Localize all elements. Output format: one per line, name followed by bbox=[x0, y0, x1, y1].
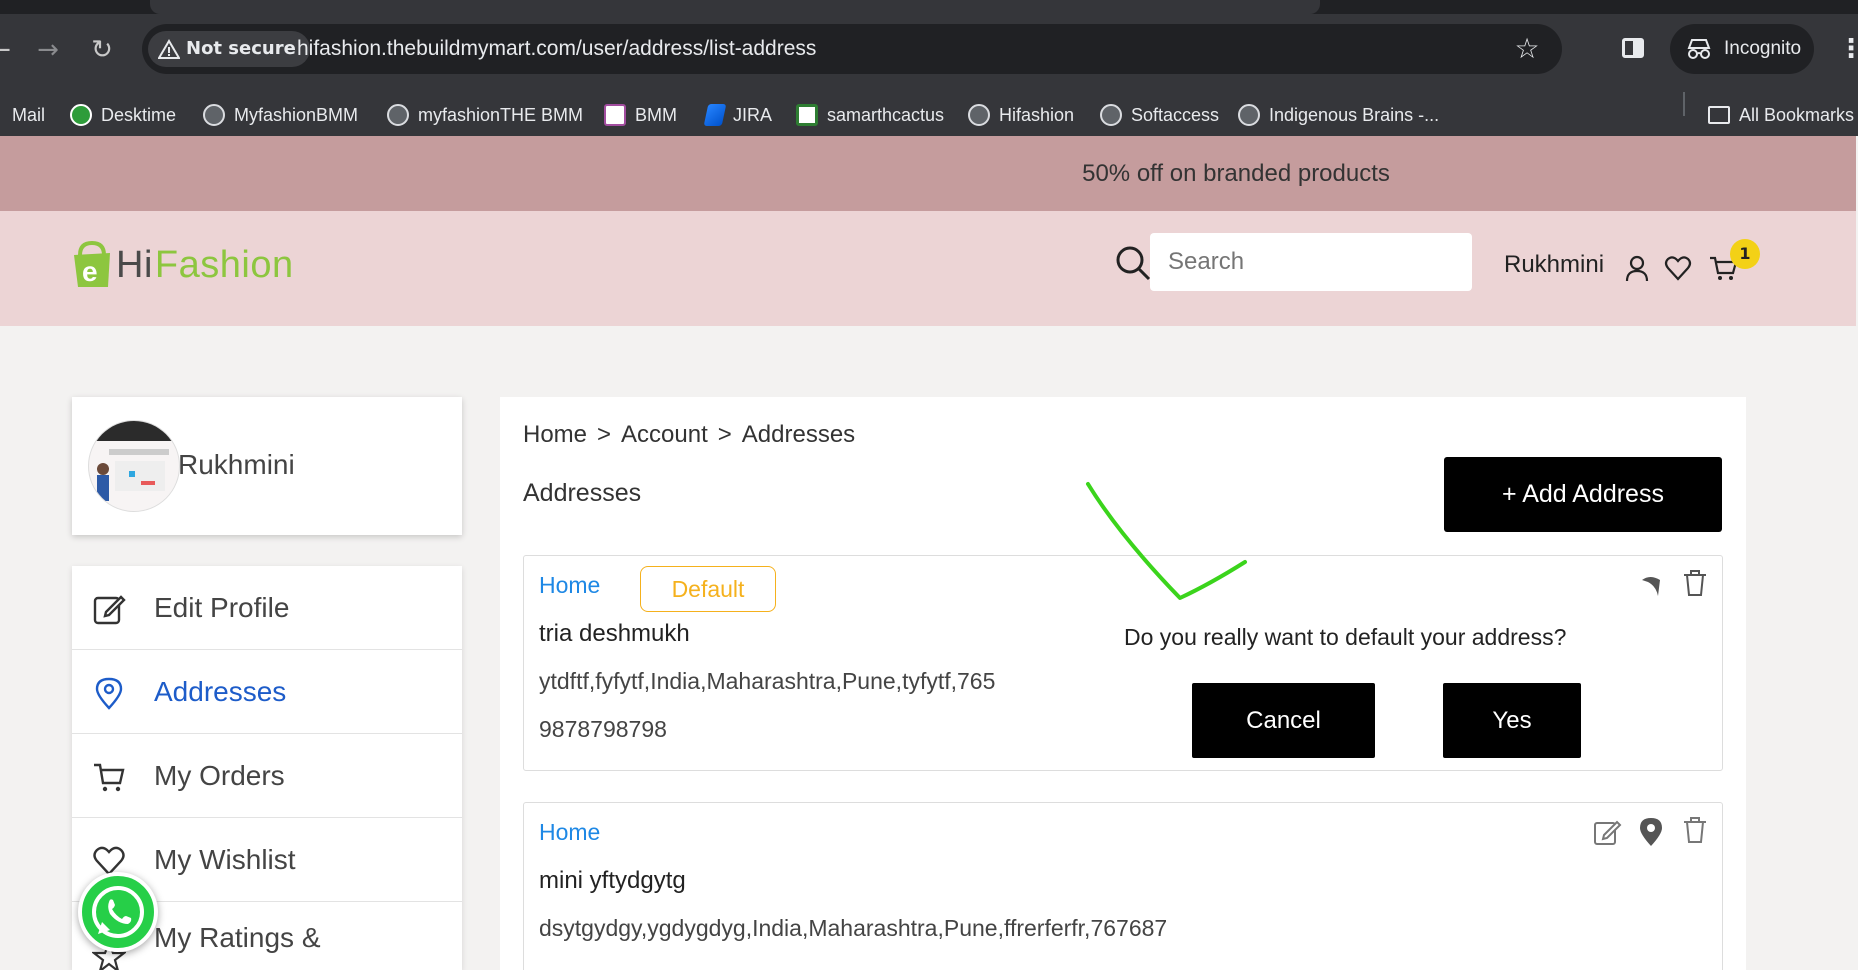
address-type: Home bbox=[539, 572, 601, 598]
folder-icon bbox=[1708, 106, 1730, 124]
search-icon[interactable] bbox=[1114, 244, 1152, 282]
address-line: dsytgydgy,ygdygdyg,India,Maharashtra,Pun… bbox=[539, 915, 1168, 941]
delete-icon[interactable] bbox=[1680, 568, 1710, 598]
address-phone: 9878798798 bbox=[539, 716, 667, 742]
confirm-question: Do you really want to default your addre… bbox=[1124, 624, 1567, 650]
default-badge: Default bbox=[640, 566, 776, 612]
checkmark-annotation bbox=[1086, 482, 1247, 600]
url-text[interactable]: hifashion.thebuildmymart.com/user/addres… bbox=[297, 24, 816, 74]
location-pin-icon bbox=[95, 677, 123, 710]
svg-text:e: e bbox=[82, 256, 98, 287]
bookmark-hifashion[interactable]: Hifashion bbox=[968, 98, 1074, 132]
logo-fashion: Fashion bbox=[154, 243, 294, 286]
back-icon[interactable]: ← bbox=[0, 32, 18, 68]
promo-text: 50% off on branded products bbox=[1082, 160, 1390, 187]
wishlist-heart-icon[interactable] bbox=[1663, 253, 1693, 283]
cart-icon bbox=[94, 763, 125, 792]
globe-icon bbox=[968, 104, 990, 126]
bookmark-samarthcactus[interactable]: samarthcactus bbox=[796, 98, 944, 132]
sidebar-item-label: My Wishlist bbox=[154, 843, 296, 875]
incognito-icon bbox=[1687, 39, 1711, 59]
security-chip[interactable]: Not secure bbox=[148, 31, 310, 67]
avatar-image bbox=[89, 421, 179, 501]
globe-icon bbox=[1100, 104, 1122, 126]
address-name: mini yftydgytg bbox=[539, 867, 686, 894]
page-title: Addresses bbox=[523, 479, 642, 507]
cactus-icon bbox=[796, 104, 818, 126]
cart-count-badge: 1 bbox=[1730, 239, 1760, 269]
whatsapp-icon bbox=[92, 886, 144, 938]
incognito-label: Incognito bbox=[1724, 38, 1802, 59]
bookmark-myfashion-the-bmm[interactable]: myfashionTHE BMM bbox=[387, 98, 583, 132]
warning-icon bbox=[158, 39, 180, 59]
sidebar-item-label: Addresses bbox=[154, 675, 287, 707]
add-address-button[interactable]: + Add Address bbox=[1444, 457, 1722, 532]
sidebar-item-my-orders[interactable]: My Orders bbox=[72, 734, 462, 818]
breadcrumb-addresses: Addresses bbox=[741, 421, 856, 448]
yes-button[interactable]: Yes bbox=[1443, 683, 1581, 758]
logo[interactable]: e Hi Fashion bbox=[70, 241, 294, 289]
sidebar-item-label: My Orders bbox=[154, 759, 285, 791]
edit-icon bbox=[93, 595, 126, 625]
site-header: e HiFashion Rukhmini 1 bbox=[0, 211, 1856, 326]
incognito-chip[interactable]: Incognito bbox=[1670, 24, 1814, 74]
security-label: Not secure bbox=[186, 38, 296, 59]
breadcrumb-separator: > bbox=[597, 421, 612, 448]
bookmark-myfashionbmm[interactable]: MyfashionBMM bbox=[203, 98, 358, 132]
bookmark-bmm[interactable]: BMM bbox=[604, 98, 677, 132]
bookmark-star-icon[interactable]: ☆ bbox=[1510, 32, 1544, 66]
breadcrumb-separator: > bbox=[717, 421, 732, 448]
user-icon[interactable] bbox=[1622, 253, 1652, 283]
browser-toolbar: ← → ↻ Not secure hifashion.thebuildmymar… bbox=[0, 0, 1858, 98]
location-pin-icon[interactable] bbox=[1636, 570, 1666, 600]
profile-card: Rukhmini bbox=[72, 397, 462, 535]
bmm-icon bbox=[604, 104, 626, 126]
delete-icon[interactable] bbox=[1680, 815, 1710, 845]
jira-icon bbox=[703, 104, 727, 126]
whatsapp-chat-button[interactable] bbox=[78, 872, 158, 952]
breadcrumb-home[interactable]: Home bbox=[523, 421, 587, 449]
breadcrumb: Home > Account > Addresses bbox=[523, 421, 855, 449]
globe-icon bbox=[203, 104, 225, 126]
bookmark-mail[interactable]: Mail bbox=[12, 98, 45, 132]
desktime-icon bbox=[70, 104, 92, 126]
sidebar-item-label: My Ratings & bbox=[154, 922, 321, 953]
shopping-bag-logo-icon: e bbox=[74, 241, 110, 287]
globe-icon bbox=[1238, 104, 1260, 126]
header-user-name[interactable]: Rukhmini bbox=[1504, 251, 1604, 279]
promo-bar: 50% off on branded products bbox=[0, 136, 1856, 211]
edit-icon[interactable] bbox=[1592, 817, 1622, 847]
menu-kebab-icon[interactable]: ⋮ bbox=[1838, 34, 1858, 64]
address-card: Home mini yftydgytg dsytgydgy,ygdygdyg,I… bbox=[523, 802, 1723, 970]
bookmark-desktime[interactable]: Desktime bbox=[70, 98, 176, 132]
avatar[interactable] bbox=[88, 420, 180, 512]
bookmarks-bar: Mail Desktime MyfashionBMM myfashionTHE … bbox=[0, 98, 1858, 136]
forward-icon[interactable]: → bbox=[30, 32, 66, 68]
sidebar-item-edit-profile[interactable]: Edit Profile bbox=[72, 566, 462, 650]
active-tab[interactable] bbox=[150, 0, 1320, 14]
address-name: tria deshmukh bbox=[539, 620, 690, 647]
side-panel-icon[interactable] bbox=[1618, 32, 1648, 66]
cancel-button[interactable]: Cancel bbox=[1192, 683, 1375, 758]
bookmark-jira[interactable]: JIRA bbox=[703, 98, 772, 132]
bookmarks-divider bbox=[1683, 92, 1685, 116]
tab-strip bbox=[0, 0, 1858, 14]
address-bar[interactable]: Not secure hifashion.thebuildmymart.com/… bbox=[142, 24, 1562, 74]
address-line: ytdftf,fyfytf,India,Maharashtra,Pune,tyf… bbox=[539, 668, 996, 694]
logo-hi: Hi bbox=[116, 243, 153, 286]
search-input[interactable] bbox=[1150, 233, 1472, 291]
reload-icon[interactable]: ↻ bbox=[84, 32, 120, 68]
sidebar-item-addresses[interactable]: Addresses bbox=[72, 650, 462, 734]
breadcrumb-account[interactable]: Account bbox=[621, 421, 708, 449]
address-type: Home bbox=[539, 819, 601, 845]
globe-icon bbox=[387, 104, 409, 126]
set-default-location-icon[interactable] bbox=[1636, 817, 1666, 847]
profile-name: Rukhmini bbox=[178, 449, 295, 480]
bookmark-softaccess[interactable]: Softaccess bbox=[1100, 98, 1219, 132]
bookmark-indigenous-brains[interactable]: Indigenous Brains -... bbox=[1238, 98, 1439, 132]
all-bookmarks[interactable]: All Bookmarks bbox=[1708, 98, 1854, 132]
sidebar-item-label: Edit Profile bbox=[154, 591, 290, 623]
